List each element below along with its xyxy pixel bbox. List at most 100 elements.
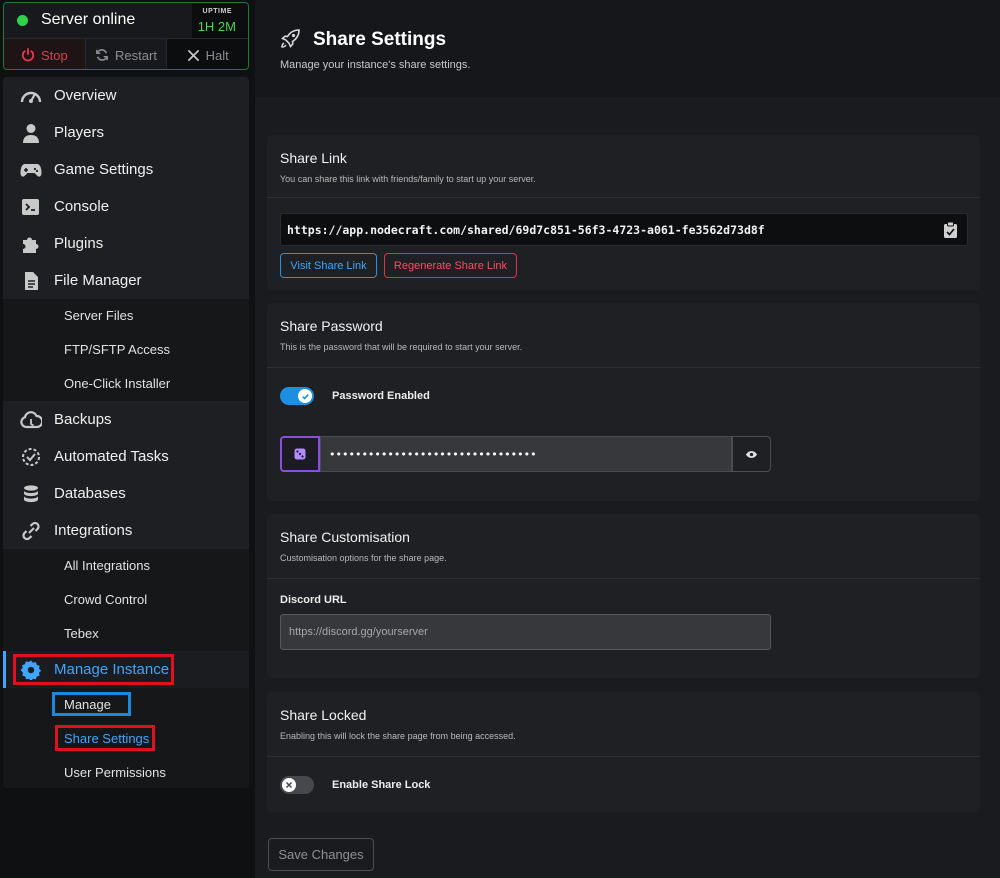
sidebar-item-label: Players — [54, 124, 105, 141]
sidebar-item-plugins[interactable]: Plugins — [3, 225, 249, 262]
sidebar-item-automated-tasks[interactable]: Automated Tasks — [3, 438, 249, 475]
puzzle-icon — [20, 234, 42, 254]
sidebar-subitem-manage[interactable]: Manage — [64, 697, 111, 712]
share-lock-label: Enable Share Lock — [332, 779, 431, 791]
dice-button[interactable] — [280, 436, 320, 472]
sidebar-subitem-all-integrations[interactable]: All Integrations — [64, 558, 150, 573]
restart-label: Restart — [115, 47, 157, 63]
sidebar-item-label: Automated Tasks — [54, 448, 169, 465]
page-title: Share Settings — [313, 29, 447, 50]
restart-button[interactable]: Restart — [84, 39, 167, 69]
halt-label: Halt — [205, 47, 229, 63]
sidebar-item-console[interactable]: Console — [3, 188, 249, 225]
x-icon — [285, 781, 293, 789]
share-url-field[interactable]: https://app.nodecraft.com/shared/69d7c85… — [280, 213, 968, 246]
active-indicator — [3, 651, 6, 688]
sidebar-item-label: Backups — [54, 411, 112, 428]
eye-icon — [745, 450, 758, 459]
share-password-title: Share Password — [280, 318, 383, 334]
sidebar-item-label: Console — [54, 198, 110, 215]
share-customisation-header: Share Customisation Customisation option… — [267, 514, 980, 579]
cloud-backup-icon — [20, 410, 42, 430]
page-header: Share Settings Manage your instance's sh… — [255, 0, 1000, 97]
sidebar-subitem-share-settings[interactable]: Share Settings — [64, 731, 149, 746]
password-enabled-toggle[interactable] — [280, 387, 314, 405]
uptime-box: UPTIME 1H 2M — [192, 3, 248, 38]
server-actions: Stop Restart Halt — [4, 38, 248, 69]
sidebar-item-databases[interactable]: Databases — [3, 475, 249, 512]
share-customisation-title: Share Customisation — [280, 529, 410, 545]
sidebar-item-players[interactable]: Players — [3, 114, 249, 151]
save-changes-button[interactable]: Save Changes — [268, 838, 374, 871]
share-customisation-card: Share Customisation Customisation option… — [267, 514, 980, 678]
share-lock-toggle[interactable] — [280, 776, 314, 794]
discord-url-label: Discord URL — [280, 594, 347, 606]
sidebar-item-overview[interactable]: Overview — [3, 77, 249, 114]
stop-button[interactable]: Stop — [4, 39, 85, 69]
password-input[interactable] — [320, 436, 732, 472]
share-locked-description: Enabling this will lock the share page f… — [280, 731, 516, 741]
clock-check-icon — [20, 447, 42, 467]
gear-icon — [20, 660, 42, 680]
sidebar-subitem-user-permissions[interactable]: User Permissions — [64, 765, 166, 780]
sidebar-item-label: Manage Instance — [54, 661, 170, 678]
sidebar-nav: Overview Players Game Settings Console P — [3, 77, 249, 788]
sidebar-item-manage-instance[interactable]: Manage Instance — [3, 651, 249, 688]
uptime-value: 1H 2M — [197, 19, 236, 34]
sidebar-item-backups[interactable]: Backups — [3, 401, 249, 438]
password-enabled-label: Password Enabled — [332, 390, 430, 402]
check-icon — [301, 392, 310, 401]
server-status-text: Server online — [41, 11, 136, 28]
server-status-bar: Server online UPTIME 1H 2M — [4, 3, 248, 38]
integrations-submenu: All Integrations Crowd Control Tebex — [3, 549, 249, 651]
stop-label: Stop — [40, 47, 68, 63]
refresh-icon — [95, 48, 109, 62]
sidebar-subitem-ftp-sftp[interactable]: FTP/SFTP Access — [64, 342, 170, 357]
share-link-header: Share Link You can share this link with … — [267, 135, 980, 198]
halt-button[interactable]: Halt — [166, 39, 248, 69]
file-icon — [20, 271, 42, 291]
toggle-knob — [282, 778, 296, 792]
sidebar-item-integrations[interactable]: Integrations — [3, 512, 249, 549]
gamepad-icon — [20, 160, 42, 180]
sidebar-item-label: Overview — [54, 87, 117, 104]
rocket-icon — [279, 28, 301, 50]
sidebar-item-file-manager[interactable]: File Manager — [3, 262, 249, 299]
terminal-icon — [20, 197, 42, 217]
online-indicator — [17, 15, 28, 26]
share-link-card: Share Link You can share this link with … — [267, 135, 980, 290]
link-icon — [20, 521, 42, 541]
sidebar-item-label: Plugins — [54, 235, 104, 252]
power-icon — [21, 48, 35, 62]
sidebar-subitem-crowd-control[interactable]: Crowd Control — [64, 592, 147, 607]
share-locked-header: Share Locked Enabling this will lock the… — [267, 692, 980, 757]
server-status-card: Server online UPTIME 1H 2M Stop Restart — [3, 2, 249, 70]
database-icon — [20, 484, 42, 504]
sidebar-subitem-server-files[interactable]: Server Files — [64, 308, 133, 323]
share-locked-card: Share Locked Enabling this will lock the… — [267, 692, 980, 812]
sidebar-subitem-one-click-installer[interactable]: One-Click Installer — [64, 376, 170, 391]
user-icon — [20, 123, 42, 143]
sidebar-subitem-tebex[interactable]: Tebex — [64, 626, 99, 641]
share-link-title: Share Link — [280, 150, 347, 166]
sidebar-item-label: Integrations — [54, 522, 133, 539]
sidebar-item-label: File Manager — [54, 272, 142, 289]
toggle-knob — [298, 389, 312, 403]
discord-url-input[interactable] — [280, 614, 771, 650]
share-customisation-description: Customisation options for the share page… — [280, 553, 447, 563]
speedometer-icon — [20, 86, 42, 106]
sidebar-item-label: Game Settings — [54, 161, 154, 178]
page-subtitle: Manage your instance's share settings. — [280, 59, 471, 71]
clipboard-icon[interactable] — [943, 221, 958, 239]
visit-share-link-button[interactable]: Visit Share Link — [280, 253, 377, 278]
share-password-card: Share Password This is the password that… — [267, 303, 980, 501]
share-password-description: This is the password that will be requir… — [280, 342, 523, 352]
sidebar-item-game-settings[interactable]: Game Settings — [3, 151, 249, 188]
file-manager-submenu: Server Files FTP/SFTP Access One-Click I… — [3, 299, 249, 401]
left-column: Server online UPTIME 1H 2M Stop Restart — [0, 0, 255, 878]
share-password-header: Share Password This is the password that… — [267, 303, 980, 368]
show-password-button[interactable] — [732, 436, 771, 472]
uptime-label: UPTIME — [202, 8, 232, 15]
share-link-description: You can share this link with friends/fam… — [280, 174, 536, 184]
regenerate-share-link-button[interactable]: Regenerate Share Link — [384, 253, 517, 278]
